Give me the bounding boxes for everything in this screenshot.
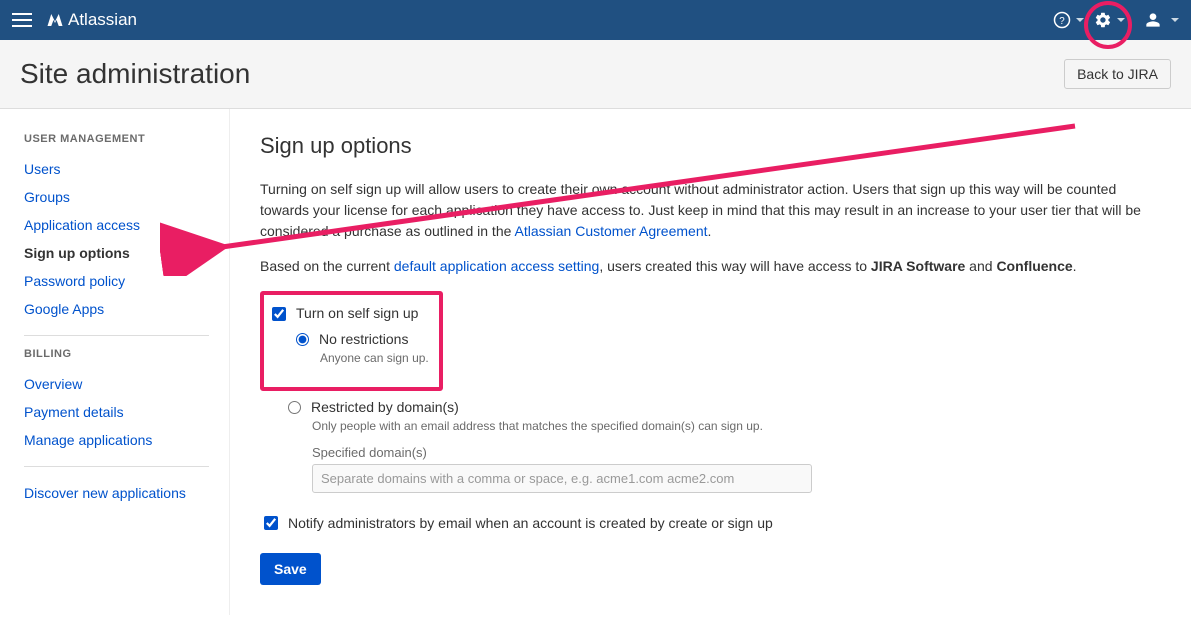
chevron-down-icon <box>1171 18 1179 22</box>
sidebar-item-sign-up-options[interactable]: Sign up options <box>24 239 209 267</box>
sidebar-divider <box>24 466 209 467</box>
no-restrictions-radio[interactable] <box>296 333 309 346</box>
section-title: Sign up options <box>260 133 1161 159</box>
header-band: Site administration Back to JIRA <box>0 40 1191 109</box>
sidebar-item-password-policy[interactable]: Password policy <box>24 267 209 295</box>
self-signup-label: Turn on self sign up <box>296 305 418 321</box>
save-button[interactable]: Save <box>260 553 321 585</box>
no-restrictions-hint: Anyone can sign up. <box>320 351 429 365</box>
notify-admins-checkbox[interactable] <box>264 516 278 530</box>
profile-icon[interactable] <box>1145 12 1179 28</box>
sidebar-heading-billing: BILLING <box>24 348 209 360</box>
restricted-domain-hint: Only people with an email address that m… <box>312 419 1161 433</box>
svg-text:?: ? <box>1059 16 1065 27</box>
content: Sign up options Turning on self sign up … <box>230 109 1191 615</box>
restricted-domain-label: Restricted by domain(s) <box>311 399 459 415</box>
default-access-link[interactable]: default application access setting <box>394 258 599 274</box>
no-restrictions-label: No restrictions <box>319 331 408 347</box>
app-confluence: Confluence <box>996 258 1072 274</box>
sidebar-heading-user-management: USER MANAGEMENT <box>24 133 209 145</box>
notify-admins-label: Notify administrators by email when an a… <box>288 515 773 531</box>
sidebar-item-discover-new-applications[interactable]: Discover new applications <box>24 479 209 507</box>
sidebar-item-users[interactable]: Users <box>24 155 209 183</box>
menu-icon[interactable] <box>12 9 32 31</box>
sidebar-item-groups[interactable]: Groups <box>24 183 209 211</box>
intro-paragraph-2: Based on the current default application… <box>260 256 1161 277</box>
sidebar-divider <box>24 335 209 336</box>
sidebar: USER MANAGEMENT Users Groups Application… <box>0 109 230 615</box>
highlight-box: Turn on self sign up No restrictions Any… <box>260 291 443 391</box>
sidebar-item-google-apps[interactable]: Google Apps <box>24 295 209 323</box>
help-icon[interactable]: ? <box>1053 11 1084 29</box>
sidebar-item-application-access[interactable]: Application access <box>24 211 209 239</box>
topbar: Atlassian ? <box>0 0 1191 40</box>
chevron-down-icon <box>1076 18 1084 22</box>
chevron-down-icon <box>1117 18 1125 22</box>
page-title: Site administration <box>20 58 250 90</box>
specified-domains-input[interactable] <box>312 464 812 493</box>
customer-agreement-link[interactable]: Atlassian Customer Agreement <box>515 223 708 239</box>
intro-paragraph-1: Turning on self sign up will allow users… <box>260 179 1161 242</box>
settings-icon[interactable] <box>1094 11 1125 29</box>
back-to-jira-button[interactable]: Back to JIRA <box>1064 59 1171 89</box>
sidebar-item-payment-details[interactable]: Payment details <box>24 398 209 426</box>
sidebar-item-manage-applications[interactable]: Manage applications <box>24 426 209 454</box>
app-jira: JIRA Software <box>871 258 965 274</box>
atlassian-logo-icon <box>46 11 64 29</box>
restricted-domain-radio[interactable] <box>288 401 301 414</box>
specified-domains-label: Specified domain(s) <box>312 445 1161 460</box>
sidebar-item-overview[interactable]: Overview <box>24 370 209 398</box>
brand-logo[interactable]: Atlassian <box>46 10 137 30</box>
self-signup-checkbox[interactable] <box>272 307 286 321</box>
brand-text: Atlassian <box>68 10 137 30</box>
